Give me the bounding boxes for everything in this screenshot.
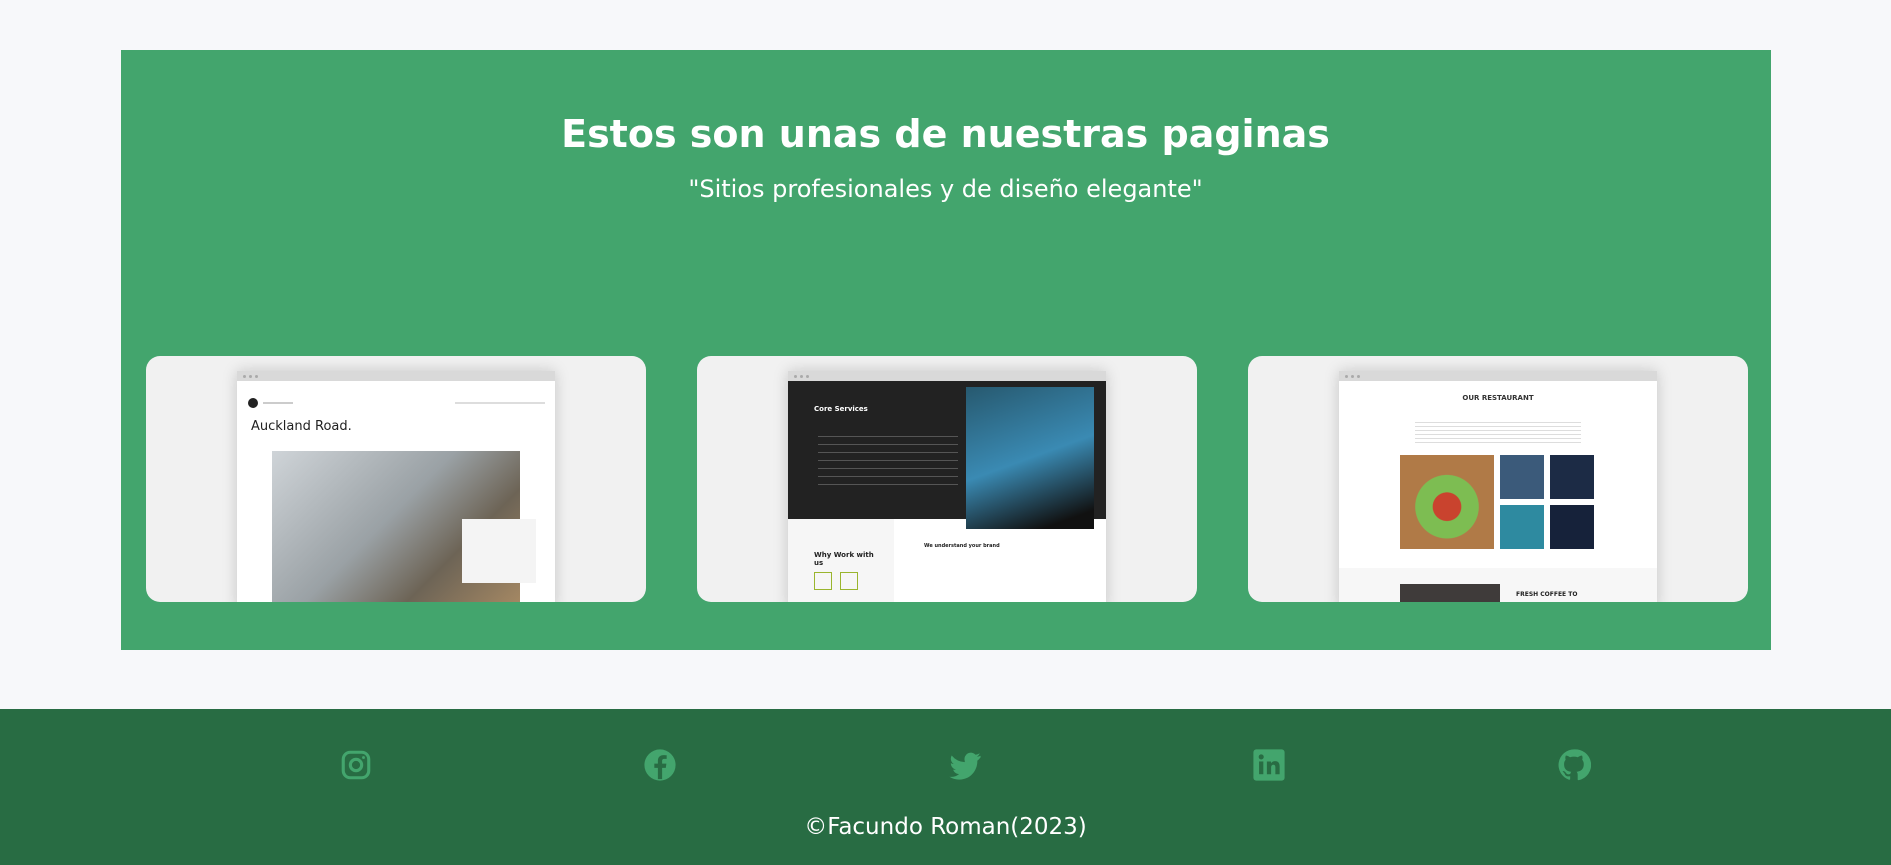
card-tagline: We understand your brand	[924, 543, 1000, 549]
linkedin-icon[interactable]	[1252, 748, 1286, 782]
card-heading: OUR RESTAURANT	[1462, 394, 1534, 402]
website-preview: OUR RESTAURANT FRESH COFFEE TO	[1339, 371, 1657, 602]
twitter-icon[interactable]	[948, 748, 982, 782]
portfolio-card[interactable]: Auckland Road.	[146, 356, 646, 602]
website-preview: Core Services Why Work with us We unders…	[788, 371, 1106, 602]
github-icon[interactable]	[1557, 748, 1592, 782]
portfolio-card[interactable]: Core Services Why Work with us We unders…	[697, 356, 1197, 602]
portfolio-card[interactable]: OUR RESTAURANT FRESH COFFEE TO	[1248, 356, 1748, 602]
copyright: ©Facundo Roman(2023)	[804, 814, 1087, 840]
card-cta: FRESH COFFEE TO	[1516, 591, 1578, 598]
page-title: Estos son unas de nuestras paginas	[561, 112, 1330, 156]
card-cta: Why Work with us	[814, 551, 874, 567]
card-heading: Auckland Road.	[251, 419, 352, 434]
card-heading: Core Services	[814, 405, 868, 413]
facebook-icon[interactable]	[643, 748, 677, 782]
footer	[0, 709, 1891, 865]
website-preview: Auckland Road.	[237, 371, 555, 602]
page-subtitle: "Sitios profesionales y de diseño elegan…	[688, 175, 1203, 203]
instagram-icon[interactable]	[339, 748, 373, 782]
